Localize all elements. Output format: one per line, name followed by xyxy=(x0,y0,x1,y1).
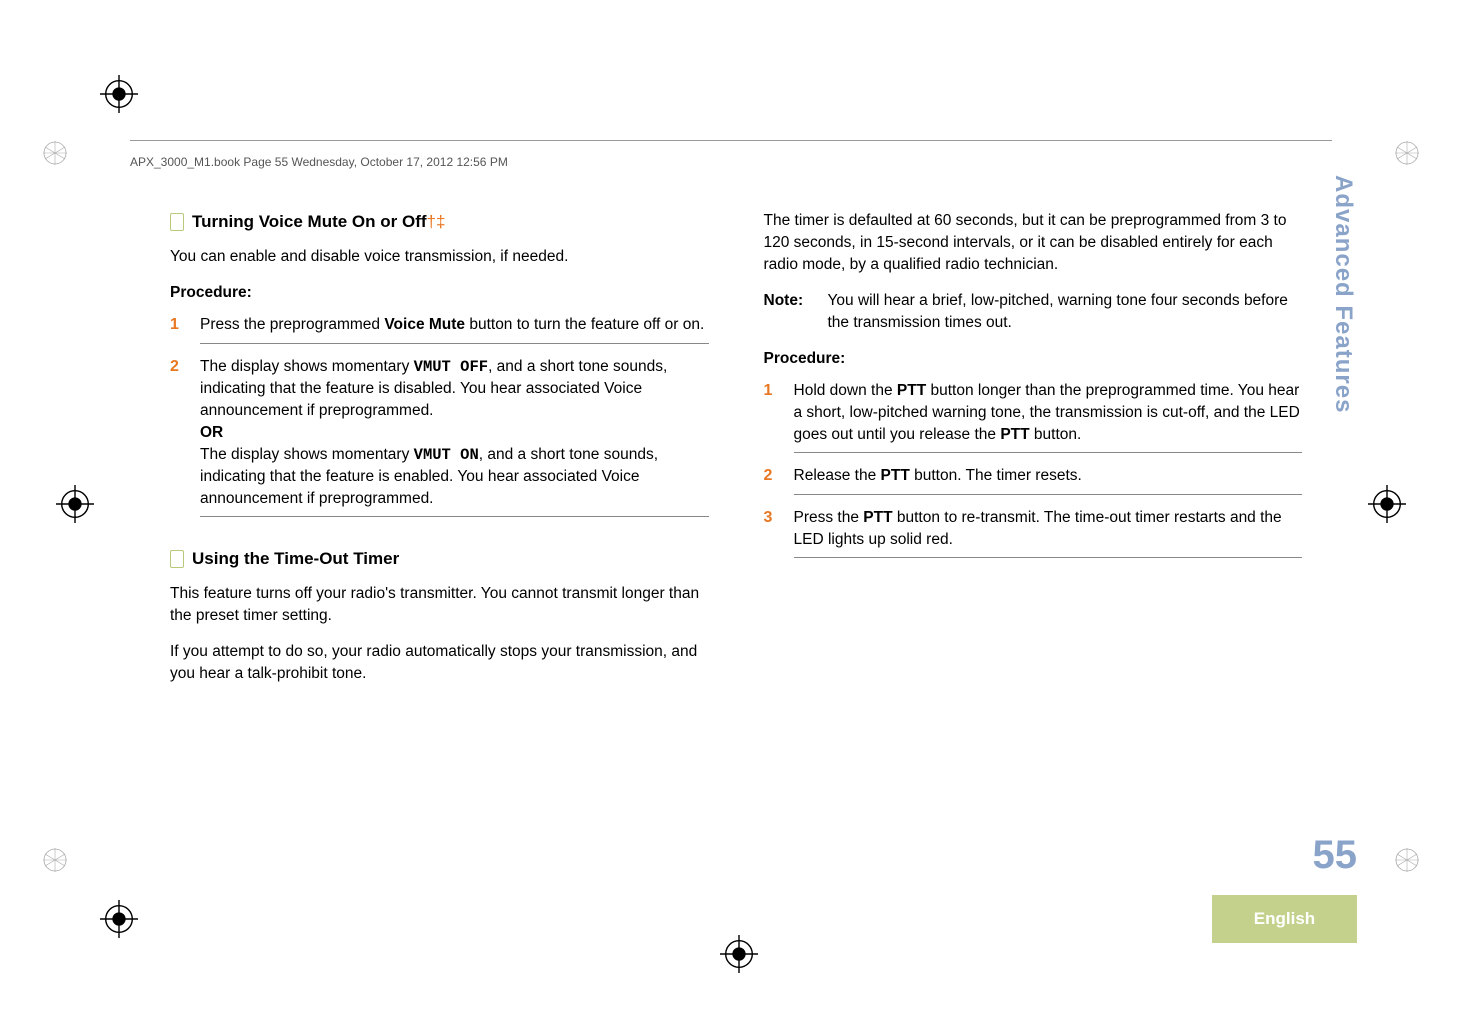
page-number: 55 xyxy=(1313,833,1358,878)
page-content: Turning Voice Mute On or Off†‡ You can e… xyxy=(170,210,1302,699)
procedure-step: 2 Release the PTT button. The timer rese… xyxy=(764,465,1303,488)
paragraph: This feature turns off your radio's tran… xyxy=(170,583,709,627)
print-mark-icon xyxy=(1394,847,1420,873)
note-label: Note: xyxy=(764,290,828,334)
left-column: Turning Voice Mute On or Off†‡ You can e… xyxy=(170,210,709,699)
step-body: Press the preprogrammed Voice Mute butto… xyxy=(200,314,709,337)
section-icon xyxy=(170,213,184,231)
step-body: Press the PTT button to re-transmit. The… xyxy=(794,507,1303,551)
heading-text: Using the Time-Out Timer xyxy=(192,547,399,571)
paragraph: The timer is defaulted at 60 seconds, bu… xyxy=(764,210,1303,276)
dagger-symbols: †‡ xyxy=(427,212,446,231)
header-text: APX_3000_M1.book Page 55 Wednesday, Octo… xyxy=(130,155,508,169)
registration-mark xyxy=(100,900,138,938)
registration-mark xyxy=(720,935,758,973)
registration-mark xyxy=(1368,485,1406,523)
step-number: 1 xyxy=(764,380,794,446)
step-rule xyxy=(200,516,709,517)
step-rule xyxy=(200,343,709,344)
procedure-step: 3 Press the PTT button to re-transmit. T… xyxy=(764,507,1303,551)
side-tab: Advanced Features xyxy=(1329,175,1357,413)
step-number: 3 xyxy=(764,507,794,551)
procedure-label: Procedure: xyxy=(764,348,1303,370)
print-mark-icon xyxy=(42,140,68,166)
paragraph: You can enable and disable voice transmi… xyxy=(170,246,709,268)
print-mark-icon xyxy=(42,847,68,873)
procedure-step: 1 Press the preprogrammed Voice Mute but… xyxy=(170,314,709,337)
note-row: Note: You will hear a brief, low-pitched… xyxy=(764,290,1303,334)
language-box: English xyxy=(1212,895,1357,943)
paragraph: If you attempt to do so, your radio auto… xyxy=(170,641,709,685)
procedure-step: 1 Hold down the PTT button longer than t… xyxy=(764,380,1303,446)
step-body: Hold down the PTT button longer than the… xyxy=(794,380,1303,446)
step-number: 1 xyxy=(170,314,200,337)
heading-text: Turning Voice Mute On or Off xyxy=(192,212,427,231)
note-body: You will hear a brief, low-pitched, warn… xyxy=(828,290,1303,334)
registration-mark xyxy=(100,75,138,113)
procedure-step: 2 The display shows momentary VMUT OFF, … xyxy=(170,356,709,510)
section-heading-voice-mute: Turning Voice Mute On or Off†‡ xyxy=(170,210,709,234)
header-rule xyxy=(130,140,1332,141)
right-column: The timer is defaulted at 60 seconds, bu… xyxy=(764,210,1303,699)
section-icon xyxy=(170,550,184,568)
step-rule xyxy=(794,452,1303,453)
step-rule xyxy=(794,494,1303,495)
step-body: Release the PTT button. The timer resets… xyxy=(794,465,1303,488)
step-number: 2 xyxy=(764,465,794,488)
step-number: 2 xyxy=(170,356,200,510)
section-heading-timeout: Using the Time-Out Timer xyxy=(170,547,709,571)
print-mark-icon xyxy=(1394,140,1420,166)
registration-mark xyxy=(56,485,94,523)
step-rule xyxy=(794,557,1303,558)
procedure-label: Procedure: xyxy=(170,282,709,304)
step-body: The display shows momentary VMUT OFF, an… xyxy=(200,356,709,510)
